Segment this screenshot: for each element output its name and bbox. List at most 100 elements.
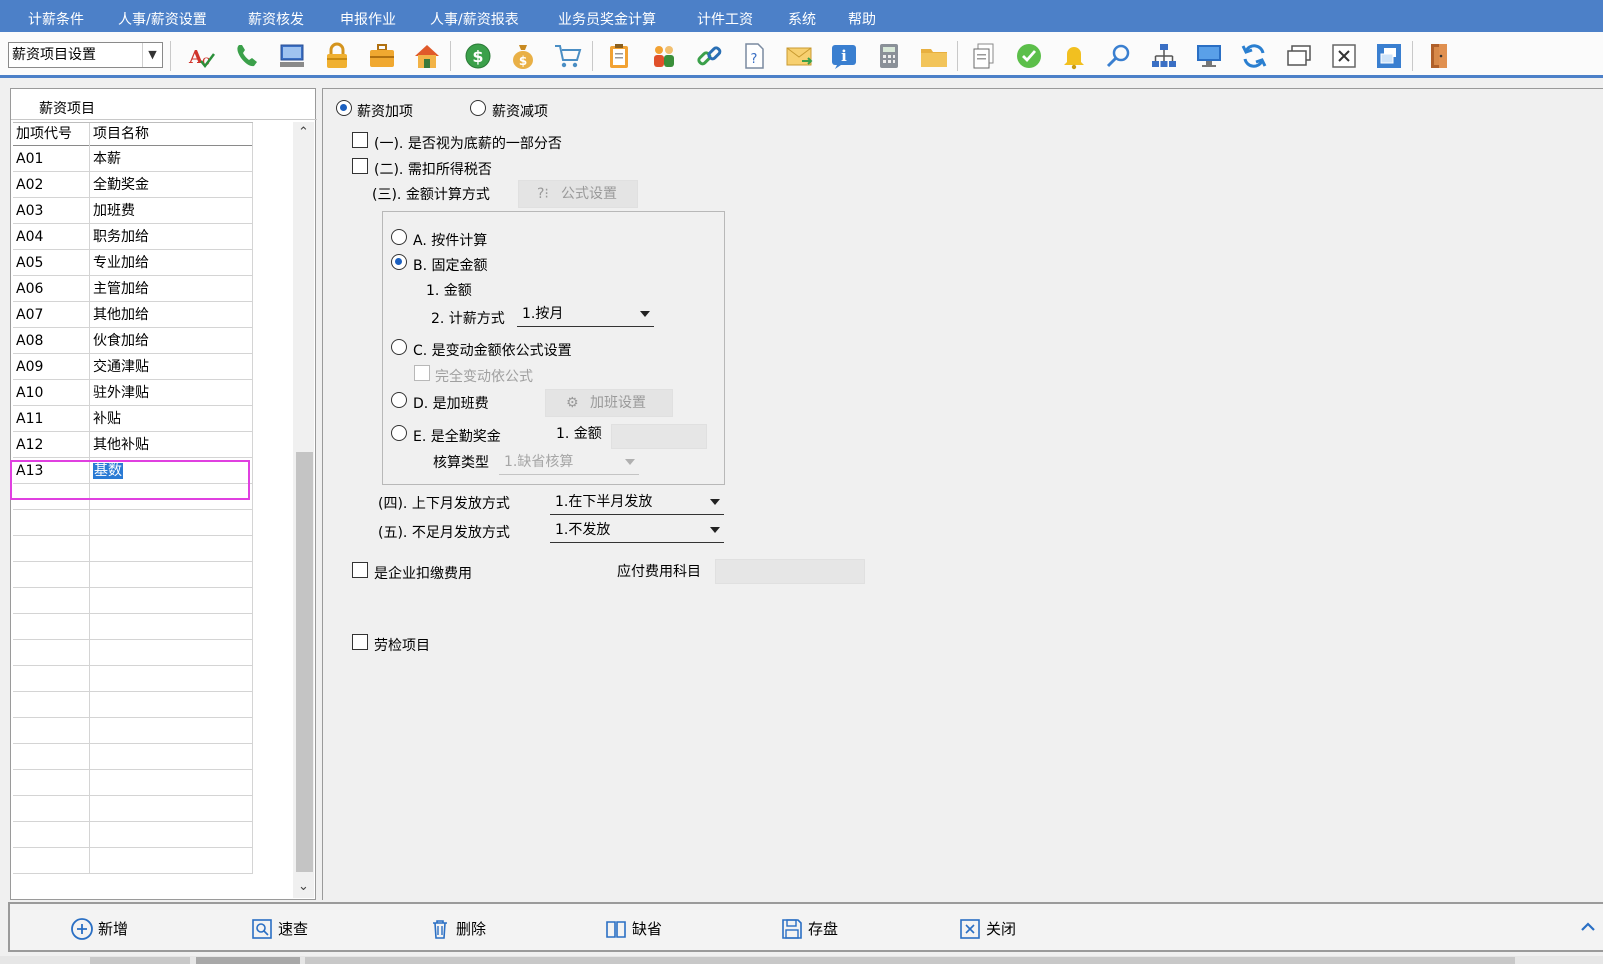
- dropdown-arrow-icon[interactable]: [640, 311, 650, 317]
- calculator-icon[interactable]: [874, 41, 904, 71]
- empty-table-row[interactable]: [13, 822, 253, 848]
- refresh-icon[interactable]: [1239, 41, 1269, 71]
- method-c-radio[interactable]: [391, 339, 407, 355]
- table-row[interactable]: A08 伙食加给: [13, 328, 253, 354]
- menu-item-help[interactable]: 帮助: [848, 9, 876, 29]
- scroll-up-icon[interactable]: ⌃: [293, 122, 314, 144]
- type-sub-radio[interactable]: [470, 100, 486, 116]
- overtime-setting-button[interactable]: ⚙ 加班设置: [545, 389, 673, 417]
- dollar-icon[interactable]: $: [463, 41, 493, 71]
- table-row[interactable]: A11 补贴: [13, 406, 253, 432]
- table-row[interactable]: A01 本薪: [13, 146, 253, 172]
- bell-icon[interactable]: [1059, 41, 1089, 71]
- dropdown-arrow-icon[interactable]: [710, 499, 720, 505]
- empty-table-row[interactable]: [13, 796, 253, 822]
- mail-icon[interactable]: [784, 41, 814, 71]
- income-tax-checkbox[interactable]: [352, 158, 368, 174]
- table-row[interactable]: A06 主管加给: [13, 276, 253, 302]
- table-row[interactable]: A10 驻外津贴: [13, 380, 253, 406]
- empty-table-row[interactable]: [13, 614, 253, 640]
- empty-table-row[interactable]: [13, 588, 253, 614]
- module-select[interactable]: 薪资项目设置 ▼: [8, 42, 163, 68]
- table-row[interactable]: A09 交通津贴: [13, 354, 253, 380]
- menu-item-salary-issue[interactable]: 薪资核发: [248, 9, 304, 29]
- type-add-radio[interactable]: [336, 100, 352, 116]
- salary-calc-select[interactable]: 1.按月: [517, 303, 654, 327]
- restore-window-icon[interactable]: [1374, 41, 1404, 71]
- labor-check-checkbox[interactable]: [352, 634, 368, 650]
- org-chart-icon[interactable]: [1149, 41, 1179, 71]
- search-icon[interactable]: [1104, 41, 1134, 71]
- help-doc-icon[interactable]: ?: [739, 41, 769, 71]
- e-amount-input[interactable]: [611, 424, 707, 449]
- base-salary-part-checkbox[interactable]: [352, 132, 368, 148]
- menu-item-hr-salary-settings[interactable]: 人事/薪资设置: [118, 9, 207, 29]
- empty-table-row[interactable]: [13, 718, 253, 744]
- empty-cell: [13, 848, 90, 874]
- menu-item-system[interactable]: 系统: [788, 9, 816, 29]
- table-row[interactable]: A05 专业加给: [13, 250, 253, 276]
- scroll-down-icon[interactable]: ⌄: [293, 876, 314, 898]
- spellcheck-icon[interactable]: Ac: [187, 41, 217, 71]
- empty-table-row[interactable]: [13, 640, 253, 666]
- menu-item-declaration[interactable]: 申报作业: [340, 9, 396, 29]
- partial-month-select[interactable]: 1.不发放: [550, 519, 724, 543]
- people-icon[interactable]: [649, 41, 679, 71]
- phone-icon[interactable]: [232, 41, 262, 71]
- grid-scrollbar[interactable]: ⌃ ⌄: [293, 122, 314, 898]
- document-icon[interactable]: [969, 41, 999, 71]
- chevron-down-icon[interactable]: ▼: [142, 43, 162, 67]
- check-icon[interactable]: [1014, 41, 1044, 71]
- column-header-code[interactable]: 加项代号: [13, 123, 90, 146]
- home-icon[interactable]: [412, 41, 442, 71]
- table-row[interactable]: A07 其他加给: [13, 302, 253, 328]
- full-formula-checkbox[interactable]: [414, 365, 430, 381]
- method-e-radio[interactable]: [391, 425, 407, 441]
- method-d-radio[interactable]: [391, 392, 407, 408]
- folder-icon[interactable]: [919, 41, 949, 71]
- menu-item-piece-wage[interactable]: 计件工资: [697, 9, 753, 29]
- column-header-name[interactable]: 项目名称: [90, 123, 253, 146]
- chevron-up-icon[interactable]: [1579, 918, 1597, 936]
- briefcase-icon[interactable]: [367, 41, 397, 71]
- empty-table-row[interactable]: [13, 848, 253, 874]
- exit-door-icon[interactable]: [1424, 41, 1454, 71]
- table-row[interactable]: A04 职务加给: [13, 224, 253, 250]
- close-window-icon[interactable]: [1329, 41, 1359, 71]
- toolbar-separator: [1412, 41, 1413, 71]
- lock-icon[interactable]: [322, 41, 352, 71]
- menu-item-hr-reports[interactable]: 人事/薪资报表: [430, 9, 519, 29]
- method-b-radio[interactable]: [391, 254, 407, 270]
- method-a-radio[interactable]: [391, 229, 407, 245]
- scrollbar-thumb[interactable]: [296, 452, 313, 872]
- menu-item-salary-conditions[interactable]: 计薪条件: [28, 9, 84, 29]
- empty-table-row[interactable]: [13, 562, 253, 588]
- moneybag-icon[interactable]: $: [508, 41, 538, 71]
- menu-item-sales-bonus[interactable]: 业务员奖金计算: [558, 9, 656, 29]
- empty-table-row[interactable]: [13, 666, 253, 692]
- computer-icon[interactable]: [277, 41, 307, 71]
- empty-table-row[interactable]: [13, 692, 253, 718]
- monitor-icon[interactable]: [1194, 41, 1224, 71]
- empty-cell: [90, 562, 253, 588]
- empty-table-row[interactable]: [13, 510, 253, 536]
- table-row[interactable]: A02 全勤奖金: [13, 172, 253, 198]
- clipboard-icon[interactable]: [604, 41, 634, 71]
- table-row[interactable]: A03 加班费: [13, 198, 253, 224]
- empty-table-row[interactable]: [13, 770, 253, 796]
- payable-account-input[interactable]: [715, 559, 865, 584]
- info-icon[interactable]: i: [829, 41, 859, 71]
- table-row[interactable]: A12 其他补贴: [13, 432, 253, 458]
- dropdown-arrow-icon[interactable]: [710, 527, 720, 533]
- empty-table-row[interactable]: [13, 536, 253, 562]
- enterprise-withhold-checkbox[interactable]: [352, 562, 368, 578]
- empty-cell: [90, 692, 253, 718]
- window-icon[interactable]: [1284, 41, 1314, 71]
- check-type-select[interactable]: 1.缺省核算: [499, 451, 639, 475]
- monthly-release-select[interactable]: 1.在下半月发放: [550, 491, 724, 515]
- formula-setting-button[interactable]: ?⁝ 公式设置: [518, 180, 638, 208]
- empty-table-row[interactable]: [13, 744, 253, 770]
- cart-icon[interactable]: [553, 41, 583, 71]
- link-icon[interactable]: [694, 41, 724, 71]
- dropdown-arrow-icon[interactable]: [625, 459, 635, 465]
